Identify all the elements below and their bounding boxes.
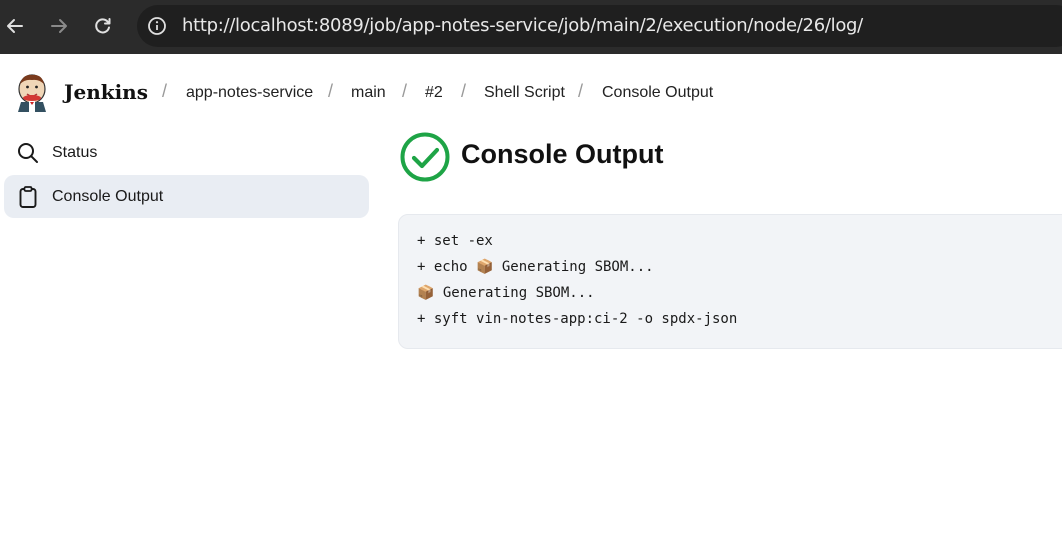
- forward-icon: [51, 19, 67, 33]
- breadcrumb-separator: /: [328, 81, 334, 101]
- search-icon: [18, 143, 38, 163]
- forward-button[interactable]: [44, 10, 74, 42]
- breadcrumb-separator: /: [402, 81, 408, 101]
- back-icon: [7, 19, 23, 33]
- jenkins-logo-icon[interactable]: [15, 72, 49, 112]
- url-text[interactable]: http://localhost:8089/job/app-notes-serv…: [182, 15, 863, 36]
- page-title: Console Output: [461, 139, 664, 169]
- breadcrumb-build[interactable]: #2: [425, 84, 443, 102]
- breadcrumb-separator: /: [162, 81, 168, 101]
- console-line: + echo 📦 Generating SBOM...: [417, 259, 654, 275]
- jenkins-header: Jenkins / app-notes-service / main / #2 …: [0, 54, 1062, 134]
- reload-button[interactable]: [88, 10, 118, 42]
- breadcrumb-step[interactable]: Shell Script: [484, 84, 565, 102]
- jenkins-brand[interactable]: Jenkins: [64, 80, 148, 104]
- console-line: + set -ex: [417, 233, 493, 249]
- breadcrumb-separator: /: [461, 81, 467, 101]
- console-line: 📦 Generating SBOM...: [417, 285, 595, 301]
- breadcrumb-job[interactable]: app-notes-service: [186, 84, 313, 102]
- breadcrumb-branch[interactable]: main: [351, 84, 386, 102]
- sidebar-item-label: Status: [52, 144, 98, 161]
- sidebar-item-console-output[interactable]: Console Output: [4, 175, 369, 218]
- browser-toolbar: http://localhost:8089/job/app-notes-serv…: [0, 0, 1062, 54]
- clipboard-icon: [19, 186, 37, 208]
- reload-icon: [95, 18, 111, 34]
- back-button[interactable]: [0, 10, 30, 42]
- breadcrumb-current[interactable]: Console Output: [602, 84, 713, 102]
- breadcrumb-separator: /: [578, 81, 584, 101]
- sidebar-item-label: Console Output: [52, 188, 164, 205]
- console-output-panel: + set -ex + echo 📦 Generating SBOM... 📦 …: [398, 214, 1062, 349]
- address-bar[interactable]: http://localhost:8089/job/app-notes-serv…: [137, 5, 1062, 47]
- success-status-icon: [400, 132, 450, 182]
- sidebar-item-status[interactable]: Status: [4, 131, 369, 174]
- info-icon[interactable]: [147, 16, 167, 36]
- console-line: + syft vin-notes-app:ci-2 -o spdx-json: [417, 311, 738, 327]
